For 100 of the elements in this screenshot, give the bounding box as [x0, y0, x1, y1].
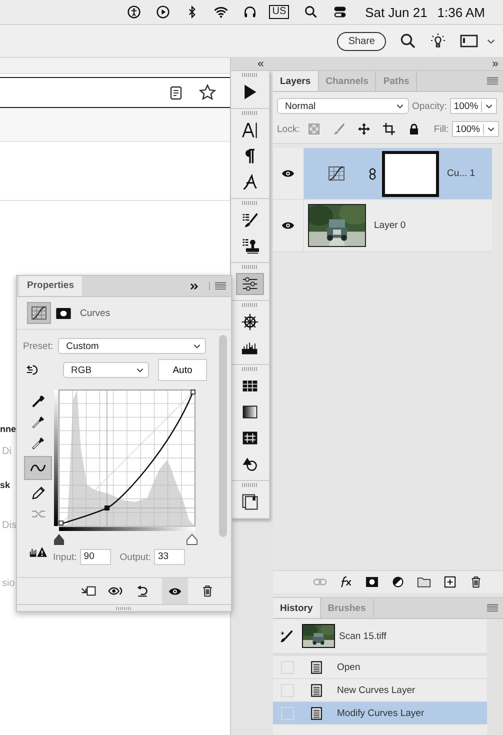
- page-text: sio: [2, 578, 15, 589]
- adjustment-layer-icon[interactable]: [391, 576, 405, 588]
- output-field[interactable]: 33: [154, 549, 185, 565]
- navigator-icon: [241, 313, 259, 331]
- eyedropper-icon[interactable]: [30, 393, 46, 409]
- snapshot-name[interactable]: Scan 15.tiff: [339, 630, 386, 642]
- link-icon[interactable]: [369, 168, 376, 180]
- lightbulb-icon[interactable]: [430, 33, 446, 49]
- panel-tab[interactable]: Layers: [273, 71, 319, 91]
- star-icon[interactable]: [199, 84, 216, 101]
- fill-label: Fill:: [434, 124, 449, 134]
- visibility-toggle[interactable]: [162, 578, 188, 604]
- input-label: Input:: [53, 552, 77, 562]
- panel-menu-icon[interactable]: [487, 604, 498, 612]
- preset-label: Preset:: [23, 340, 54, 352]
- panel-tab[interactable]: Properties: [19, 276, 82, 296]
- expand-icon[interactable]: [190, 283, 199, 290]
- curves-icon: [31, 306, 47, 320]
- expand-icon[interactable]: [492, 61, 499, 67]
- sliders-icon: [241, 275, 259, 293]
- adjustments-panel-button[interactable]: [236, 273, 264, 295]
- view-previous-icon[interactable]: [108, 585, 123, 597]
- brush-icon: [241, 211, 259, 229]
- eye-icon[interactable]: [281, 169, 295, 178]
- menu-time[interactable]: 1:36 AM: [437, 4, 485, 20]
- blend-mode-dropdown[interactable]: Normal: [277, 98, 409, 114]
- reader-icon[interactable]: [170, 86, 182, 100]
- curves-icon: [328, 166, 345, 181]
- eye-icon[interactable]: [281, 221, 295, 230]
- sidebar-icon[interactable]: [460, 34, 478, 48]
- history-state[interactable]: Modify Curves Layer: [273, 702, 487, 725]
- input-field[interactable]: 90: [80, 549, 111, 565]
- patterns-icon: [241, 429, 259, 447]
- panel-tab[interactable]: History: [273, 598, 321, 618]
- menu-date[interactable]: Sat Jun 21: [365, 4, 428, 20]
- trash-icon[interactable]: [469, 576, 483, 588]
- layer-name[interactable]: Layer 0: [374, 220, 406, 231]
- document-icon: [311, 684, 322, 696]
- play-icon[interactable]: [156, 5, 170, 19]
- input-source-badge[interactable]: US: [269, 5, 290, 19]
- curves-mode-button[interactable]: [27, 302, 51, 324]
- mask-icon[interactable]: [56, 308, 71, 318]
- channel-dropdown[interactable]: RGB: [63, 362, 149, 378]
- move-icon[interactable]: [358, 123, 370, 135]
- document-icon: [311, 660, 322, 674]
- search-icon[interactable]: [304, 5, 318, 19]
- opacity-field[interactable]: 100%: [450, 98, 498, 114]
- page-text: nne: [0, 424, 16, 434]
- pencil-icon[interactable]: [30, 485, 46, 501]
- fill-field[interactable]: 100%: [452, 121, 499, 137]
- crop-icon[interactable]: [382, 123, 395, 135]
- chevron-down-icon: [396, 104, 404, 108]
- folder-icon[interactable]: [417, 576, 431, 588]
- lock-label: Lock:: [277, 124, 300, 134]
- scrollbar[interactable]: [219, 335, 227, 537]
- output-label: Output:: [120, 552, 151, 562]
- character-icon: [241, 121, 259, 139]
- libraries-icon: [241, 493, 259, 511]
- stamp-icon: [241, 237, 259, 255]
- eye-icon: [168, 586, 182, 596]
- share-button[interactable]: Share: [337, 32, 386, 50]
- lock-icon[interactable]: [408, 123, 420, 135]
- document-icon: [311, 706, 322, 720]
- opacity-label: Opacity:: [412, 100, 447, 112]
- auto-button[interactable]: Auto: [158, 359, 207, 381]
- trash-icon[interactable]: [200, 585, 215, 597]
- panel-menu-icon[interactable]: [487, 77, 498, 85]
- clip-to-layer-icon[interactable]: [81, 585, 96, 597]
- curve-point-tool[interactable]: [24, 456, 52, 480]
- history-brush-icon[interactable]: [280, 630, 293, 642]
- control-center-icon[interactable]: [333, 5, 348, 19]
- adjustment-name: Curves: [80, 308, 110, 318]
- chevron-down-icon[interactable]: [487, 126, 495, 132]
- mask-icon[interactable]: [365, 576, 379, 588]
- eyedropper-icon[interactable]: [30, 435, 46, 451]
- mask-thumbnail[interactable]: [382, 150, 439, 196]
- layer-name[interactable]: Cu... 1: [447, 168, 475, 179]
- reset-icon[interactable]: [135, 585, 150, 597]
- accessibility-icon[interactable]: [127, 5, 142, 19]
- preset-dropdown[interactable]: Custom: [58, 338, 206, 354]
- page-text: Dis: [2, 520, 16, 531]
- search-icon[interactable]: [400, 33, 416, 49]
- clipping-warning-icon[interactable]: [29, 545, 47, 558]
- collapse-icon[interactable]: [257, 61, 264, 67]
- headphones-icon[interactable]: [243, 5, 258, 19]
- brush-icon[interactable]: [332, 123, 345, 135]
- glyphs-icon: [241, 173, 259, 191]
- panel-menu-icon[interactable]: [209, 282, 226, 290]
- address-bar[interactable]: [0, 77, 230, 108]
- fx-icon[interactable]: [339, 576, 353, 588]
- eyedropper-icon[interactable]: [30, 414, 46, 430]
- chevron-down-icon[interactable]: [487, 38, 495, 44]
- chevron-down-icon[interactable]: [485, 104, 494, 108]
- chevron-down-icon: [193, 344, 202, 348]
- page-text: sk: [0, 480, 10, 490]
- shapes-icon: [241, 455, 259, 473]
- wifi-icon[interactable]: [214, 5, 228, 19]
- new-layer-icon[interactable]: [443, 576, 457, 588]
- chevron-down-icon: [136, 368, 144, 372]
- history-state[interactable]: Open: [273, 656, 487, 679]
